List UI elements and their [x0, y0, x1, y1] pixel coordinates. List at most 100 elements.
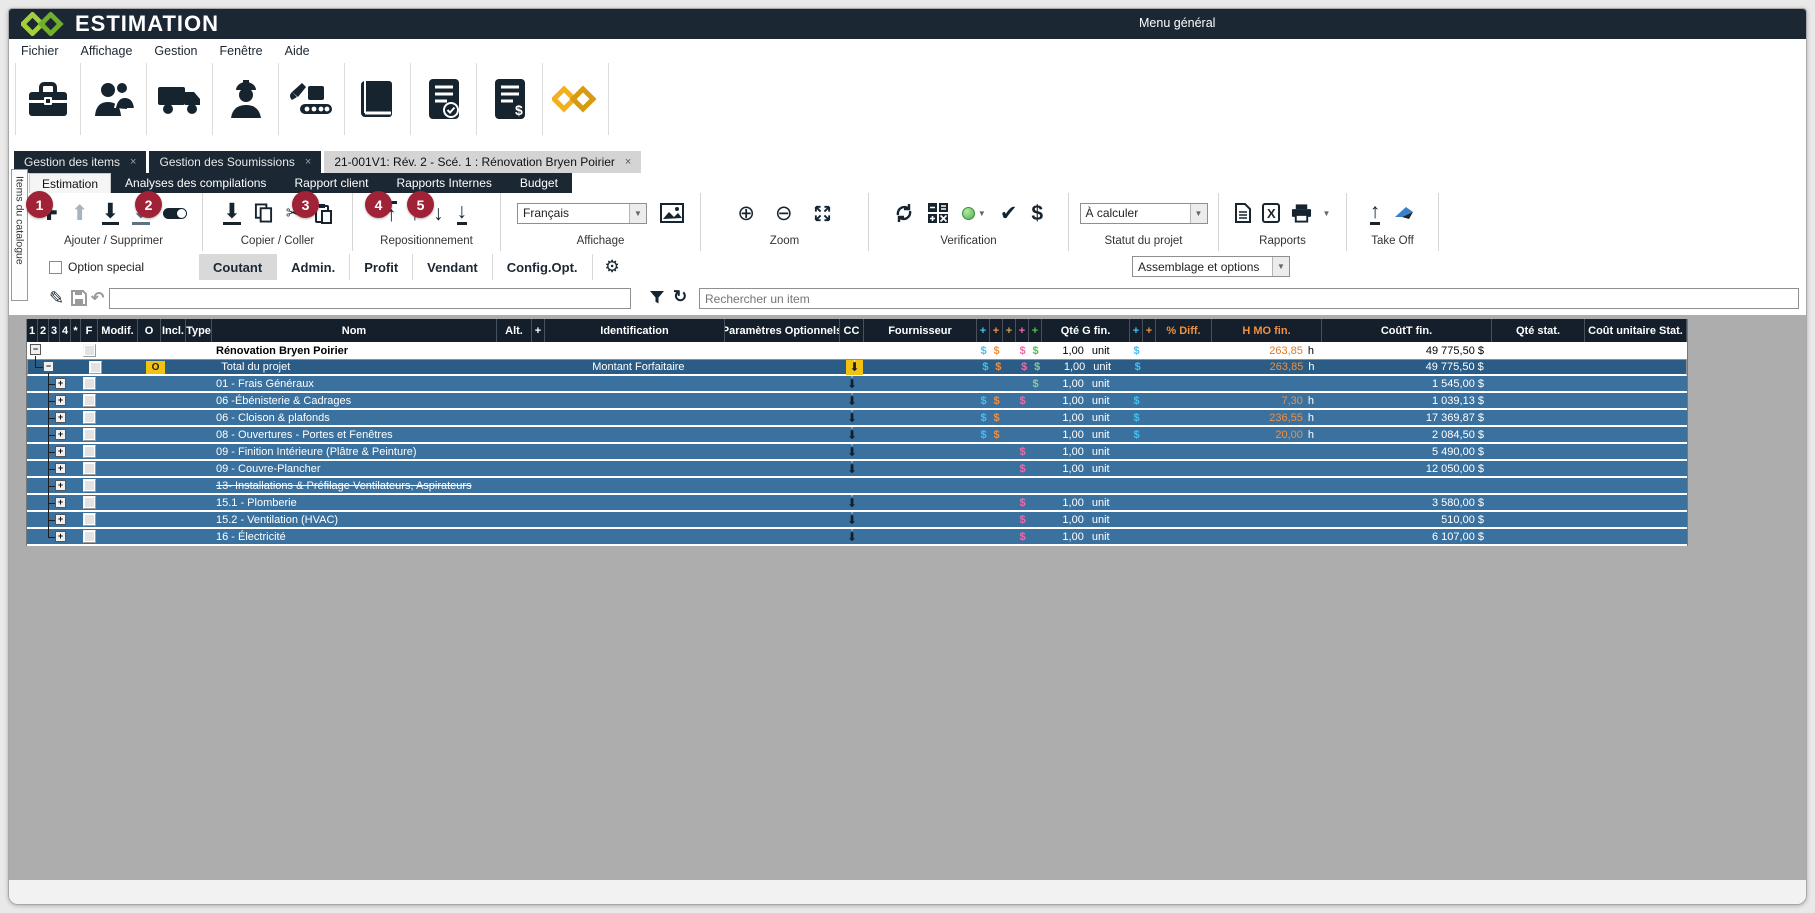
gold-logo-icon[interactable] — [543, 63, 609, 135]
expand-expander[interactable]: + — [55, 531, 66, 542]
sidebar-tab-items-du-catalogue[interactable]: Items du catalogue — [11, 169, 28, 301]
grid-row-4[interactable]: 06 - Cloison & plafonds⬇+$$1,00unit$236,… — [27, 410, 1687, 427]
filter-funnel-icon[interactable] — [649, 290, 665, 305]
row-checkbox[interactable] — [83, 445, 96, 458]
chevron-down-icon[interactable]: ▼ — [1323, 209, 1331, 218]
undo-icon[interactable]: ↶ — [91, 288, 104, 308]
column-header-o[interactable]: O — [138, 319, 161, 342]
cc-arrow-icon[interactable]: ⬇+ — [844, 512, 861, 527]
collapse-expander[interactable]: − — [43, 361, 54, 372]
grid-row-11[interactable]: 16 - Électricité⬇+$1,00unit6 107,00 $ — [27, 529, 1687, 546]
row-checkbox[interactable] — [83, 428, 96, 441]
column-header-co-t-unitaire-stat-[interactable]: Coût unitaire Stat. — [1585, 319, 1687, 342]
toggle-switch-icon[interactable] — [163, 208, 187, 219]
excel-export-icon[interactable]: X — [1262, 203, 1280, 223]
tab-coutant[interactable]: Coutant — [199, 254, 277, 280]
column-header-co-tt-fin-[interactable]: CoûtT fin. — [1322, 319, 1492, 342]
column-header-f[interactable]: F — [81, 319, 98, 342]
calculator-grid-icon[interactable] — [928, 203, 948, 223]
worker-icon[interactable] — [213, 63, 279, 135]
save-icon[interactable] — [71, 290, 87, 306]
column-header-identification[interactable]: Identification — [545, 319, 725, 342]
tab-analyses-des-compilations[interactable]: Analyses des compilations — [111, 176, 280, 190]
column-header--diff-[interactable]: % Diff. — [1156, 319, 1212, 342]
column-header-2[interactable]: 2 — [38, 319, 49, 342]
tab-vendant[interactable]: Vendant — [413, 254, 493, 280]
print-icon[interactable] — [1291, 203, 1312, 223]
gear-icon[interactable]: ⚙ — [593, 254, 632, 280]
move-up-remove-icon[interactable]: ⬆ — [71, 203, 89, 224]
column-header--[interactable]: * — [71, 319, 81, 342]
option-special-checkbox[interactable]: Option special — [49, 260, 144, 274]
tab-config-opt[interactable]: Config.Opt. — [493, 254, 593, 280]
row-checkbox[interactable] — [83, 513, 96, 526]
column-header-modif-[interactable]: Modif. — [98, 319, 138, 342]
status-indicator-icon[interactable] — [962, 207, 975, 220]
row-checkbox[interactable] — [89, 361, 102, 374]
row-checkbox[interactable] — [83, 462, 96, 475]
expand-expander[interactable]: + — [55, 412, 66, 423]
project-status-select[interactable]: À calculer ▼ — [1080, 203, 1208, 224]
toolbox-icon[interactable] — [15, 63, 81, 135]
column-header-1[interactable]: 1 — [27, 319, 38, 342]
copy-icon[interactable] — [254, 203, 273, 223]
cc-arrow-icon[interactable]: ⬇+ — [844, 461, 861, 476]
assemblage-options-select[interactable]: Assemblage et options ▼ — [1132, 256, 1290, 277]
grid-row-7[interactable]: 09 - Couvre-Plancher⬇+$1,00unit12 050,00… — [27, 461, 1687, 478]
tab-gestion-des-soumissions[interactable]: Gestion des Soumissions × — [149, 151, 321, 173]
document-dollar-icon[interactable]: $ — [477, 63, 543, 135]
tab-admin[interactable]: Admin. — [277, 254, 350, 280]
column-header--[interactable]: + — [1016, 319, 1029, 342]
row-checkbox[interactable] — [83, 411, 96, 424]
close-icon[interactable]: × — [130, 156, 136, 168]
tab-rapports-internes[interactable]: Rapports Internes — [382, 176, 505, 190]
language-select[interactable]: Français ▼ — [517, 203, 647, 224]
tab-gestion-des-items[interactable]: Gestion des items × — [14, 151, 146, 173]
insert-below-icon[interactable]: ⬇ — [102, 201, 120, 225]
grid-row-2[interactable]: 01 - Frais Généraux⬇+$1,00unit1 545,00 $ — [27, 376, 1687, 393]
column-header-alt-[interactable]: Alt. — [497, 319, 532, 342]
grid-row-1[interactable]: OTotal du projetMontant Forfaitaire⬇+$$$… — [27, 359, 1687, 376]
grid-row-6[interactable]: 09 - Finition Intérieure (Plâtre & Peint… — [27, 444, 1687, 461]
menu-fenetre[interactable]: Fenêtre — [220, 44, 263, 58]
row-checkbox[interactable] — [83, 496, 96, 509]
close-icon[interactable]: × — [625, 156, 631, 168]
tab-profit[interactable]: Profit — [350, 254, 413, 280]
menu-affichage[interactable]: Affichage — [81, 44, 133, 58]
truck-icon[interactable] — [147, 63, 213, 135]
catalog-book-icon[interactable] — [345, 63, 411, 135]
cc-arrow-highlighted-icon[interactable]: ⬇+ — [846, 360, 863, 375]
close-icon[interactable]: × — [305, 156, 311, 168]
validate-check-icon[interactable]: ✔ — [1000, 203, 1018, 224]
collapse-expander[interactable]: − — [30, 344, 41, 355]
menu-aide[interactable]: Aide — [285, 44, 310, 58]
row-checkbox[interactable] — [83, 377, 96, 390]
fit-screen-icon[interactable] — [813, 204, 832, 223]
grid-row-10[interactable]: 15.2 - Ventilation (HVAC)⬇+$1,00unit510,… — [27, 512, 1687, 529]
grid-row-8[interactable]: 13- Installations & Préfilage Ventilateu… — [27, 478, 1687, 495]
document-check-icon[interactable] — [411, 63, 477, 135]
dollar-verify-icon[interactable]: $ — [1031, 203, 1043, 224]
row-checkbox[interactable] — [83, 479, 96, 492]
menu-fichier[interactable]: Fichier — [21, 44, 59, 58]
column-header-fournisseur[interactable]: Fournisseur — [864, 319, 977, 342]
column-header--[interactable]: + — [1029, 319, 1042, 342]
zoom-in-icon[interactable]: ⊕ — [737, 203, 755, 224]
import-icon[interactable]: ⬇ — [223, 201, 241, 225]
row-checkbox[interactable] — [83, 394, 96, 407]
grid-row-0[interactable]: Rénovation Bryen Poirier$$$$1,00unit$263… — [27, 342, 1687, 359]
clients-icon[interactable] — [81, 63, 147, 135]
cc-arrow-icon[interactable]: ⬇+ — [844, 376, 861, 391]
takeoff-upload-icon[interactable]: ↑ — [1370, 201, 1381, 225]
cc-arrow-icon[interactable]: ⬇+ — [844, 529, 861, 544]
checkbox-icon[interactable] — [49, 261, 62, 274]
zoom-out-icon[interactable]: ⊖ — [775, 203, 793, 224]
grid-row-5[interactable]: 08 - Ouvertures - Portes et Fenêtres⬇+$$… — [27, 427, 1687, 444]
cc-arrow-icon[interactable]: ⬇+ — [844, 444, 861, 459]
column-header--[interactable]: + — [1003, 319, 1016, 342]
column-header-param-tres-optionnels[interactable]: Paramètres Optionnels — [725, 319, 840, 342]
column-header-type[interactable]: Type — [186, 319, 212, 342]
cc-arrow-icon[interactable]: ⬇+ — [844, 495, 861, 510]
recalculate-icon[interactable] — [894, 203, 914, 223]
tab-estimation[interactable]: Estimation — [29, 173, 111, 193]
